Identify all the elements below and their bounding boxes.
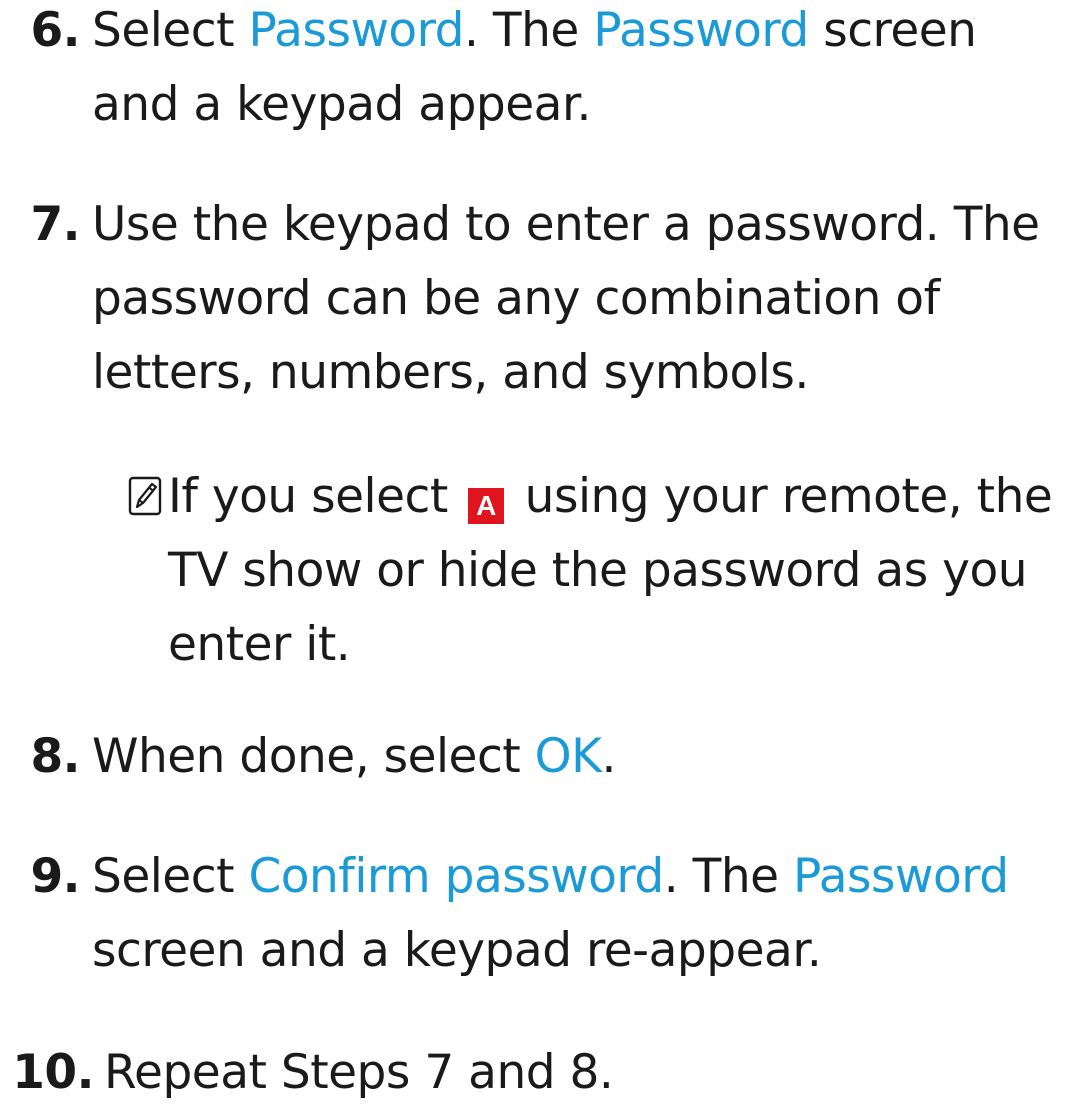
step-text-line: letters, numbers, and symbols. — [92, 345, 809, 400]
step-text-part: . — [601, 729, 617, 784]
note-text-line: enter it. — [168, 617, 351, 672]
step-text-part: and a keypad appear. — [92, 77, 591, 132]
note-text-line: TV show or hide the password as you — [168, 543, 1028, 598]
step-number: 6. — [30, 3, 80, 58]
step-text-line: password can be any combination of — [92, 271, 940, 326]
remote-a-button-icon: A — [468, 488, 505, 524]
manual-page: 6. Select Password. The Password screen … — [0, 0, 1083, 1105]
step-text: Use the keypad to enter a password. The … — [92, 188, 1072, 410]
step-text: Repeat Steps 7 and 8. — [104, 1045, 614, 1100]
step-number: 8. — [30, 729, 80, 784]
step-text-part: screen — [808, 3, 977, 58]
note-text-part: If you select — [168, 469, 463, 524]
menu-link-confirm-password: Confirm password — [248, 849, 664, 904]
step-text: Select Confirm password. The Password sc… — [92, 840, 1072, 988]
menu-link-password: Password — [793, 849, 1009, 904]
step-text: When done, select OK. — [92, 720, 1072, 794]
note-text: If you select A using your remote, the T… — [168, 460, 1083, 682]
step-number: 10. — [12, 1045, 94, 1100]
step-text-part: . The — [463, 3, 594, 58]
step-text: Select Password. The Password screen and… — [92, 0, 1072, 142]
note-text-part: using your remote, the — [510, 469, 1053, 524]
step-text-line: Use the keypad to enter a password. The — [92, 197, 1040, 252]
menu-link-password: Password — [593, 3, 809, 58]
step-number: 9. — [30, 849, 80, 904]
step-text-part: Select — [92, 849, 249, 904]
menu-link-ok: OK — [534, 729, 602, 784]
step-text-part: Select — [92, 3, 249, 58]
menu-link-password: Password — [248, 3, 464, 58]
step-number: 7. — [30, 197, 80, 252]
step-text-part: When done, select — [92, 729, 535, 784]
step-text-part: . The — [663, 849, 793, 904]
step-text-part: screen and a keypad re-appear. — [92, 923, 822, 978]
note-pencil-icon — [128, 476, 162, 516]
